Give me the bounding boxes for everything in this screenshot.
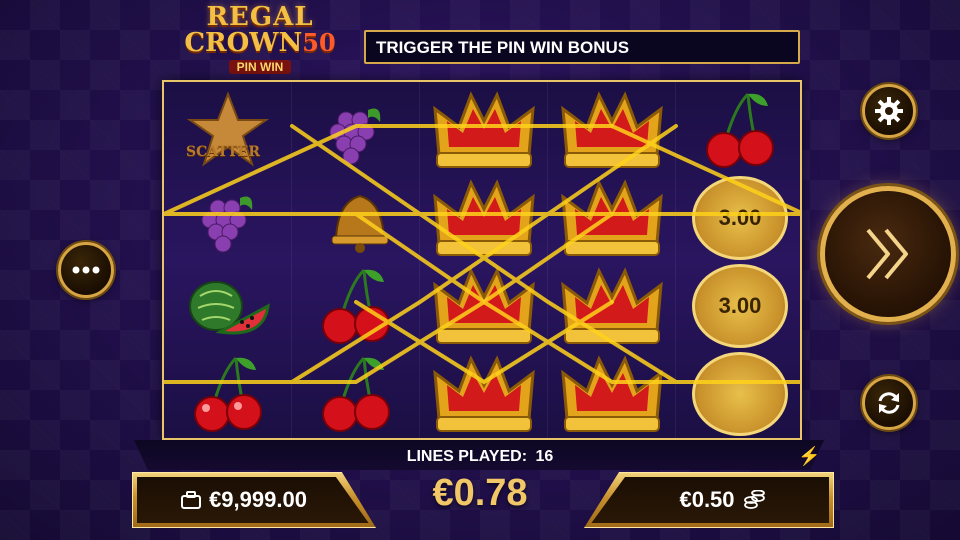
coin-symbol: 3.00 bbox=[676, 174, 800, 262]
briefcase-icon bbox=[181, 491, 202, 509]
grapes-symbol bbox=[164, 174, 292, 262]
crown-symbol bbox=[420, 262, 548, 350]
autoplay-button[interactable] bbox=[862, 376, 916, 430]
logo-line-3: PIN WIN bbox=[228, 60, 292, 74]
crown-symbol bbox=[548, 262, 676, 350]
game-logo: REGAL CROWN50 PIN WIN bbox=[165, 2, 355, 74]
coin-value: 3.00 bbox=[718, 205, 762, 230]
logo-line-2: CROWN50 bbox=[165, 28, 355, 58]
refresh-icon bbox=[878, 392, 900, 414]
lines-played-value: 16 bbox=[535, 448, 554, 465]
logo-word: CROWN bbox=[184, 28, 303, 58]
reel-2 bbox=[292, 82, 420, 438]
scatter-label: SCATTER bbox=[186, 144, 260, 160]
cherries-symbol bbox=[292, 262, 420, 350]
cherries-symbol bbox=[292, 350, 420, 438]
double-chevron-right-icon bbox=[866, 228, 908, 280]
balance-value: €9,999.00 bbox=[209, 487, 307, 512]
crown-symbol bbox=[548, 86, 676, 174]
dots-icon bbox=[72, 266, 100, 274]
spin-button[interactable] bbox=[820, 186, 956, 322]
lines-played: LINES PLAYED: 16 bbox=[340, 448, 620, 466]
crown-symbol bbox=[420, 350, 548, 438]
message-bar: TRIGGER THE PIN WIN BONUS bbox=[364, 30, 800, 64]
reel-3 bbox=[420, 82, 548, 438]
gear-icon bbox=[875, 97, 903, 125]
crown-symbol bbox=[420, 174, 548, 262]
coin-value-amount: €0.50 bbox=[679, 487, 735, 512]
reel-1: SCATTER bbox=[164, 82, 292, 438]
coin-symbol: 3.00 bbox=[676, 262, 800, 350]
watermelon-symbol bbox=[164, 262, 292, 350]
reel-5: 3.00 3.00 bbox=[676, 82, 800, 438]
cherries-symbol bbox=[676, 86, 800, 174]
crown-symbol bbox=[420, 86, 548, 174]
turbo-toggle[interactable]: ⚡ bbox=[798, 446, 820, 467]
crown-symbol bbox=[548, 174, 676, 262]
logo-line-1: REGAL bbox=[206, 2, 314, 32]
star-scatter-symbol bbox=[164, 86, 292, 174]
coin-symbol bbox=[676, 350, 800, 438]
menu-button[interactable] bbox=[58, 242, 114, 298]
grapes-symbol bbox=[292, 86, 420, 174]
coin-value: 3.00 bbox=[718, 293, 762, 318]
coin-stack-icon bbox=[743, 490, 765, 509]
reel-area: SCATTER 3.00 3.00 bbox=[162, 80, 802, 440]
logo-number: 50 bbox=[302, 28, 336, 57]
settings-button[interactable] bbox=[862, 84, 916, 138]
lightning-icon: ⚡ bbox=[798, 446, 821, 466]
balance-panel: €9,999.00 bbox=[132, 472, 376, 528]
lines-played-label: LINES PLAYED: bbox=[406, 448, 528, 465]
cherries-symbol bbox=[164, 350, 292, 438]
coin-value-panel[interactable]: €0.50 bbox=[584, 472, 834, 528]
bell-symbol bbox=[292, 174, 420, 262]
reel-4 bbox=[548, 82, 676, 438]
crown-symbol bbox=[548, 350, 676, 438]
total-bet[interactable]: €0.78 bbox=[380, 472, 580, 515]
